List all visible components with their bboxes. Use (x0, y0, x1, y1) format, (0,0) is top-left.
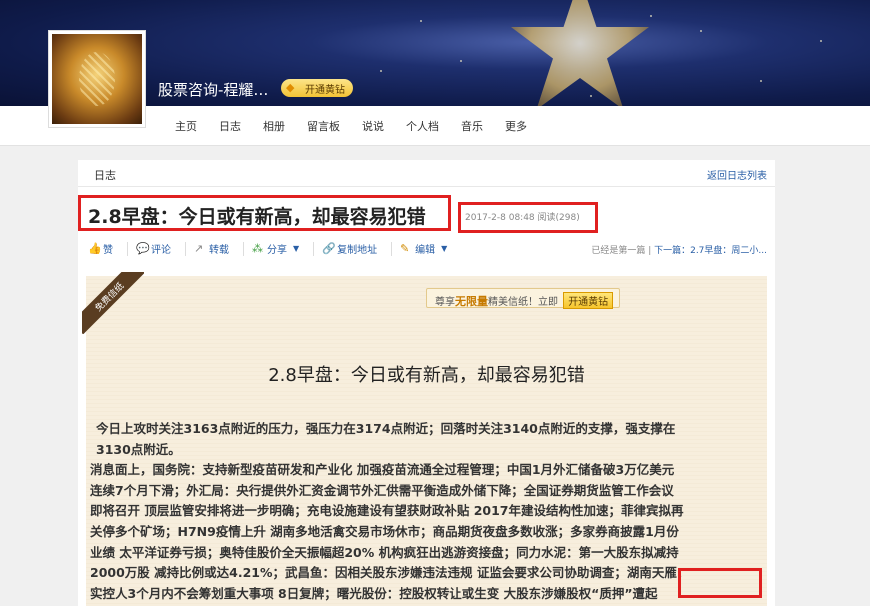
share-button[interactable]: ⁂ 分享 ▼ (252, 241, 299, 256)
open-vip-button[interactable]: 开通黄钻 (563, 292, 614, 309)
article-line: 业绩 太平洋证券亏损；奥特佳股价全天振幅超20% 机构疯狂出逃游资接盘；同力水泥… (90, 544, 679, 560)
nav-item-music[interactable]: 音乐 (461, 118, 483, 134)
share-label: 分享 (267, 245, 287, 256)
breadcrumb[interactable]: 日志 (94, 167, 116, 183)
toolbar-divider (313, 241, 315, 256)
copy-link-label: 复制地址 (337, 245, 378, 256)
article-body: 今日上攻时关注3163点附近的压力，强压力在3174点附近；回落时关注3140点… (90, 419, 760, 604)
article-line: 连续7个月下滑；外汇局：央行提供外汇资金调节外汇供需平衡造成外储下降；全国证券期… (90, 482, 674, 498)
diamond-icon: ◆ (286, 81, 295, 94)
nav-item-home[interactable]: 主页 (175, 118, 197, 134)
nav-item-status[interactable]: 说说 (362, 118, 384, 134)
comment-label: 评论 (151, 245, 171, 256)
article-line: 2000万股 减持比例或达4.21%；武昌鱼：因相关股东涉嫌违法违规 证监会要求… (90, 565, 690, 581)
blog-post-panel: 日志 返回日志列表 2.8早盘：今日或有新高，却最容易犯错 2017-2-8 0… (78, 160, 775, 606)
post-toolbar: 👍 赞 💬 评论 ↗ 转载 ⁂ 分享 ▼ 🔗 复制地址 ✎ 编辑 ▼ (88, 241, 461, 256)
first-post-note: 已经是第一篇 (591, 246, 646, 256)
promo-highlight: 无限量 (455, 295, 488, 308)
toolbar-divider (127, 241, 128, 256)
highlight-box-keyword (678, 568, 762, 598)
article-line: 关停多个矿场；H7N9疫情上升 湖南多地活禽交易市场休市；商品期货夜盘多数收涨；… (90, 523, 679, 539)
avatar-image (52, 34, 142, 124)
comment-button[interactable]: 💬 评论 (136, 241, 171, 256)
copy-link-button[interactable]: 🔗 复制地址 (322, 241, 377, 256)
share-icon: ⁂ (252, 242, 263, 255)
nav-item-profile[interactable]: 个人档 (406, 118, 439, 134)
chevron-down-icon: ▼ (293, 244, 300, 253)
like-label: 赞 (103, 245, 113, 256)
free-letter-ribbon: 免费信纸 (82, 272, 144, 334)
ribbon-label: 免费信纸 (82, 272, 144, 334)
repost-label: 转载 (209, 245, 229, 256)
thumbs-up-icon: 👍 (88, 242, 102, 255)
next-post-link[interactable]: 下一篇：2.7早盘：周二小... (654, 246, 767, 256)
highlight-box-meta (458, 202, 598, 233)
divider (78, 186, 775, 187)
repost-button[interactable]: ↗ 转载 (194, 241, 229, 256)
edit-icon: ✎ (400, 242, 410, 255)
article-line: 实控人3个月内不会筹划重大事项 8日复牌；曙光股份：控股权转让或生变 大股东涉嫌… (90, 585, 658, 601)
article-title: 2.8早盘：今日或有新高，却最容易犯错 (268, 365, 585, 386)
avatar[interactable] (48, 30, 146, 128)
toolbar-divider (185, 241, 186, 256)
article-line: 今日上攻时关注3163点附近的压力，强压力在3174点附近；回落时关注3140点… (96, 421, 676, 436)
edit-button[interactable]: ✎ 编辑 ▼ (400, 241, 447, 256)
chevron-down-icon: ▼ (441, 244, 448, 253)
vip-promo: 尊享无限量精美信纸！立即 开通黄钻 (426, 288, 621, 309)
post-nav-separator: | (645, 246, 655, 256)
link-icon: 🔗 (322, 242, 336, 255)
like-button[interactable]: 👍 赞 (88, 241, 113, 256)
article-line: 消息面上，国务院：支持新型疫苗研发和产业化 加强疫苗流通全过程管理；中国1月外汇… (90, 462, 675, 478)
repost-icon: ↗ (194, 242, 204, 255)
open-vip-badge[interactable]: ◆ 开通黄钻 (281, 79, 353, 97)
nav-item-blog[interactable]: 日志 (219, 118, 241, 134)
nav-item-more[interactable]: 更多 (505, 118, 527, 134)
nav-item-guestbook[interactable]: 留言板 (307, 118, 340, 134)
comment-icon: 💬 (136, 242, 150, 255)
post-navigation: 已经是第一篇 | 下一篇：2.7早盘：周二小... (591, 243, 767, 256)
vip-badge-label: 开通黄钻 (305, 85, 345, 96)
edit-label: 编辑 (415, 245, 436, 256)
promo-suffix: 精美信纸！立即 (488, 297, 558, 308)
promo-prefix: 尊享 (435, 297, 455, 308)
back-to-list-link[interactable]: 返回日志列表 (707, 167, 767, 182)
article-line: 3130点附近。 (96, 441, 181, 457)
star-decoration-icon (511, 0, 649, 106)
toolbar-divider (391, 241, 393, 256)
nav-item-album[interactable]: 相册 (263, 118, 285, 134)
highlight-box-title (78, 195, 451, 231)
article-line: 即将召开 顶层监管安排将进一步明确；充电设施建设有望获财政补贴 2017年建设结… (90, 503, 684, 519)
blog-title[interactable]: 股票咨询-程耀… (158, 79, 268, 100)
letter-paper: 免费信纸 尊享无限量精美信纸！立即 开通黄钻 2.8早盘：今日或有新高，却最容易… (82, 272, 767, 606)
toolbar-divider (243, 241, 244, 256)
